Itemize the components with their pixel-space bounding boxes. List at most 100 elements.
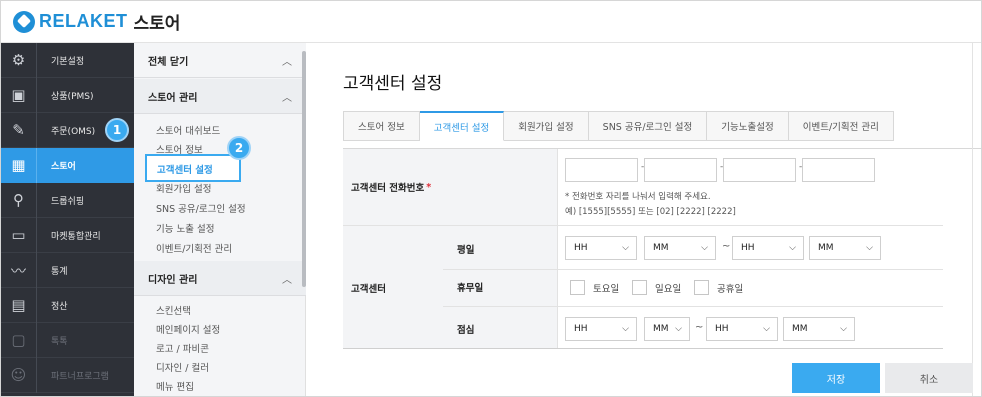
sidebar-item-label: 톡톡 bbox=[51, 336, 68, 347]
step-badge-1: 1 bbox=[105, 118, 129, 142]
select-value: MM bbox=[818, 243, 834, 253]
brand-logo[interactable]: RELAKET 스토어 bbox=[13, 9, 180, 34]
chevron-down-icon: ⌵ bbox=[866, 243, 873, 253]
weekday-end-hour-select[interactable]: HH ⌵ bbox=[732, 236, 804, 260]
phone-part-1-input[interactable] bbox=[565, 158, 638, 182]
chevron-down-icon: ⌵ bbox=[840, 324, 847, 334]
main-content: 고객센터 설정 스토어 정보 고객센터 설정 회원가입 설정 SNS 공유/로그… bbox=[307, 43, 981, 396]
step-badge-2: 2 bbox=[227, 136, 251, 160]
tab-customer-center[interactable]: 고객센터 설정 bbox=[419, 111, 505, 141]
select-value: MM bbox=[653, 324, 669, 334]
monitor-icon: ▭ bbox=[1, 217, 37, 253]
store-submenu: 전체 닫기 ︿ 스토어 관리 ︿ 스토어 대쉬보드 스토어 정보 회원가입 설정… bbox=[134, 43, 306, 396]
sidebar-item-label: 기본설정 bbox=[51, 56, 85, 67]
column-divider bbox=[557, 149, 558, 349]
chevron-down-icon: ⌵ bbox=[763, 324, 770, 334]
sidebar-item-stats[interactable]: 〰 통계 bbox=[1, 252, 134, 288]
saturday-label: 토요일 bbox=[593, 284, 620, 295]
holiday-label: 휴무일 bbox=[457, 283, 484, 294]
sidebar-item-settlement[interactable]: ▤ 정산 bbox=[1, 287, 134, 323]
close-all-toggle[interactable]: 전체 닫기 ︿ bbox=[134, 43, 306, 78]
tab-signup[interactable]: 회원가입 설정 bbox=[504, 111, 589, 141]
store-manage-header[interactable]: 스토어 관리 ︿ bbox=[134, 79, 306, 114]
cancel-button[interactable]: 취소 bbox=[885, 363, 973, 393]
submenu-link-customer-center[interactable]: 고객센터 설정 bbox=[145, 154, 241, 182]
brand-name: RELAKET bbox=[39, 11, 128, 31]
submenu-scrollbar[interactable] bbox=[302, 51, 306, 287]
sunday-checkbox[interactable] bbox=[632, 280, 647, 295]
submenu-link-color[interactable]: 디자인 / 컬러 bbox=[156, 360, 209, 374]
sidebar-item-market[interactable]: ▭ 마켓통합관리 bbox=[1, 217, 134, 253]
chat-icon: ▢ bbox=[1, 322, 37, 358]
tab-features[interactable]: 기능노출설정 bbox=[707, 111, 789, 141]
gear-icon: ⚙ bbox=[1, 42, 37, 78]
table-bottom-border bbox=[343, 348, 943, 349]
select-value: HH bbox=[574, 324, 588, 334]
design-manage-label: 디자인 관리 bbox=[148, 274, 198, 286]
sidebar-item-talk[interactable]: ▢ 톡톡 bbox=[1, 322, 134, 358]
submenu-link-events[interactable]: 이벤트/기획전 관리 bbox=[156, 241, 232, 255]
phone-part-3-input[interactable] bbox=[723, 158, 796, 182]
submenu-link-dashboard[interactable]: 스토어 대쉬보드 bbox=[156, 123, 220, 137]
calculator-icon: ▤ bbox=[1, 287, 37, 323]
weekday-start-hour-select[interactable]: HH ⌵ bbox=[565, 236, 637, 260]
weekday-start-minute-select[interactable]: MM ⌵ bbox=[644, 236, 716, 260]
chevron-down-icon: ⌵ bbox=[701, 243, 708, 253]
chevron-up-icon: ︿ bbox=[282, 56, 292, 68]
range-tilde: ~ bbox=[695, 322, 704, 333]
select-value: MM bbox=[653, 243, 669, 253]
submenu-link-features[interactable]: 기능 노출 설정 bbox=[156, 221, 214, 235]
save-button[interactable]: 저장 bbox=[792, 363, 880, 393]
chart-icon: 〰 bbox=[1, 252, 37, 288]
tab-events[interactable]: 이벤트/기획전 관리 bbox=[788, 111, 894, 141]
store-manage-label: 스토어 관리 bbox=[148, 92, 198, 104]
box-icon: ▣ bbox=[1, 77, 37, 113]
top-header: RELAKET 스토어 bbox=[1, 1, 981, 43]
sidebar-item-partner[interactable]: ☺ 파트너프로그램 bbox=[1, 357, 134, 393]
submenu-link-logo[interactable]: 로고 / 파비콘 bbox=[156, 341, 209, 355]
chevron-up-icon: ︿ bbox=[282, 92, 292, 104]
chevron-down-icon: ⌵ bbox=[622, 324, 629, 334]
sidebar-item-store[interactable]: ▦ 스토어 bbox=[1, 147, 134, 183]
sunday-label: 일요일 bbox=[655, 284, 682, 295]
weekday-label: 평일 bbox=[457, 245, 475, 256]
network-icon: ⚲ bbox=[1, 182, 37, 218]
design-manage-header[interactable]: 디자인 관리 ︿ bbox=[134, 261, 306, 296]
sidebar-item-label: 파트너프로그램 bbox=[51, 371, 109, 382]
tab-sns[interactable]: SNS 공유/로그인 설정 bbox=[588, 111, 708, 141]
phone-part-4-input[interactable] bbox=[802, 158, 875, 182]
sidebar-item-label: 정산 bbox=[51, 301, 68, 312]
lunch-end-hour-select[interactable]: HH ⌵ bbox=[706, 317, 778, 341]
chevron-down-icon: ⌵ bbox=[675, 324, 682, 334]
saturday-checkbox[interactable] bbox=[570, 280, 585, 295]
phone-label-cell: 고객센터 전화번호 * bbox=[343, 149, 557, 225]
phone-part-2-input[interactable] bbox=[644, 158, 717, 182]
submenu-link-skin[interactable]: 스킨선택 bbox=[156, 303, 191, 317]
phone-label: 고객센터 전화번호 bbox=[351, 183, 425, 194]
sidebar-item-products[interactable]: ▣ 상품(PMS) bbox=[1, 77, 134, 113]
weekday-end-minute-select[interactable]: MM ⌵ bbox=[809, 236, 881, 260]
submenu-link-signup[interactable]: 회원가입 설정 bbox=[156, 181, 211, 195]
select-value: HH bbox=[741, 243, 755, 253]
lunch-start-minute-select[interactable]: MM ⌵ bbox=[644, 317, 690, 341]
partner-icon: ☺ bbox=[1, 357, 37, 393]
logo-icon bbox=[13, 10, 35, 33]
lunch-start-hour-select[interactable]: HH ⌵ bbox=[565, 317, 637, 341]
sidebar-item-settings[interactable]: ⚙ 기본설정 bbox=[1, 42, 134, 78]
submenu-link-mainpage[interactable]: 메인페이지 설정 bbox=[156, 322, 220, 336]
lunch-end-minute-select[interactable]: MM ⌵ bbox=[783, 317, 855, 341]
content-right-border bbox=[972, 43, 973, 396]
submenu-link-sns[interactable]: SNS 공유/로그인 설정 bbox=[156, 201, 246, 215]
sidebar-item-label: 스토어 bbox=[51, 161, 76, 172]
settings-tabs: 스토어 정보 고객센터 설정 회원가입 설정 SNS 공유/로그인 설정 기능노… bbox=[343, 111, 894, 141]
sidebar-item-dropshipping[interactable]: ⚲ 드롭쉬핑 bbox=[1, 182, 134, 218]
close-all-label: 전체 닫기 bbox=[148, 56, 189, 68]
store-label: 스토어 bbox=[133, 14, 181, 34]
range-tilde: ~ bbox=[722, 241, 731, 252]
public-holiday-checkbox[interactable] bbox=[694, 280, 709, 295]
customer-center-link-label: 고객센터 설정 bbox=[157, 165, 213, 176]
submenu-link-menu-edit[interactable]: 메뉴 편집 bbox=[156, 379, 194, 393]
row-divider bbox=[443, 306, 943, 307]
tab-store-info[interactable]: 스토어 정보 bbox=[343, 111, 420, 141]
select-value: HH bbox=[574, 243, 588, 253]
